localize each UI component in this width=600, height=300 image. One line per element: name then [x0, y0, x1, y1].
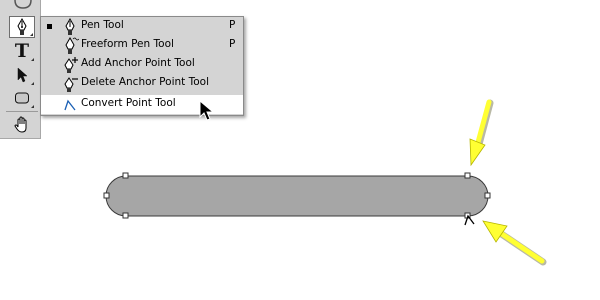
document-canvas[interactable] — [0, 0, 600, 300]
anchor-point[interactable] — [122, 212, 129, 219]
annotation-arrow-icon — [469, 99, 494, 167]
rounded-rectangle-path[interactable] — [105, 175, 489, 217]
anchor-point[interactable] — [464, 172, 471, 179]
mouse-cursor-icon — [199, 99, 215, 121]
anchor-point[interactable] — [122, 172, 129, 179]
annotation-arrow-icon — [482, 220, 547, 266]
anchor-point[interactable] — [103, 192, 110, 199]
anchor-point[interactable] — [484, 192, 491, 199]
